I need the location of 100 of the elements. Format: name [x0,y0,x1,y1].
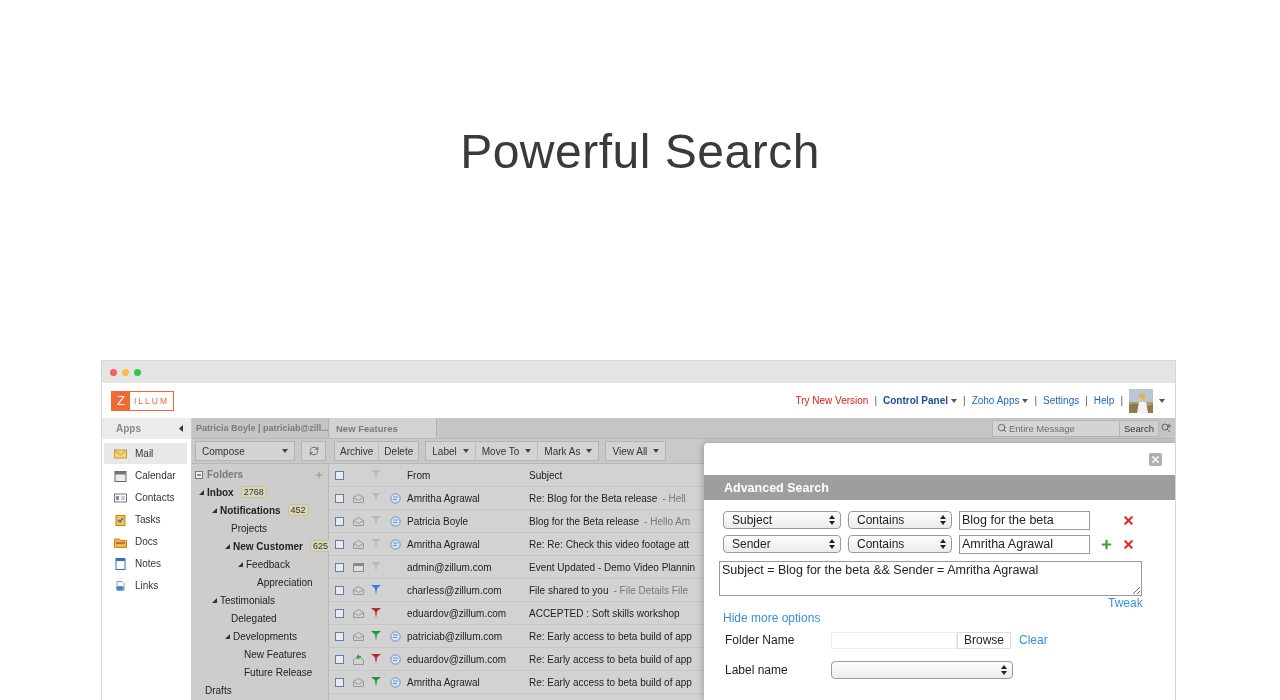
toolbar-button[interactable]: View All [606,442,666,460]
clear-link[interactable]: Clear [1019,633,1048,647]
column-header[interactable]: From [405,469,529,481]
checkbox[interactable] [334,562,344,572]
select-all-checkbox[interactable] [334,470,344,480]
tweak-link[interactable]: Tweak [1108,596,1143,610]
toolbar-button[interactable]: Delete [378,442,419,460]
label-select[interactable] [831,661,1013,679]
sender: Amritha Agrawal [406,538,481,550]
checkbox[interactable] [334,539,344,549]
checkbox[interactable] [334,516,344,526]
checkbox[interactable] [334,585,344,595]
reply-envelope-icon [352,653,364,665]
column-header[interactable]: Subject [529,469,563,481]
subject: Blog for the Beta release [529,515,640,527]
header-link[interactable]: Zoho Apps [971,395,1029,406]
sender: Amritha Agrawal [406,676,481,688]
operator-select[interactable]: Contains [848,535,952,553]
folder-name[interactable]: Testimonials [220,594,276,606]
checkbox[interactable] [334,654,344,664]
header-link[interactable]: Control Panel [883,395,958,406]
folder-name[interactable]: Future Release [244,666,313,678]
window-zoom-button[interactable] [134,368,141,376]
flag-icon[interactable] [371,677,381,687]
checkbox[interactable] [334,631,344,641]
remove-icon[interactable] [1122,513,1135,527]
add-icon[interactable] [1099,537,1113,551]
folder-name[interactable]: Feedback [246,558,290,570]
subject: Re: Blog for the Beta release [529,492,658,504]
app-item[interactable]: Docs [104,531,187,552]
folder-name[interactable]: Appreciation [257,576,313,588]
folder-name[interactable]: Projects [231,522,268,534]
window-close-button[interactable] [110,368,117,376]
field-select[interactable]: Subject [723,511,841,529]
flag-icon[interactable] [371,585,381,595]
envelope-icon [352,516,364,526]
app-item[interactable]: Tasks [104,509,187,530]
folder-name[interactable]: Developments [233,630,297,642]
remove-icon[interactable] [1122,537,1135,551]
folder-name[interactable]: Drafts [205,684,232,696]
checkbox[interactable] [334,493,344,503]
app-item[interactable]: Mail [104,443,187,464]
separator: | [1120,395,1123,406]
expanded-arrow-icon[interactable] [212,507,217,513]
value-field[interactable]: Blog for the beta [959,510,1090,530]
folder-name[interactable]: New Customer [233,540,303,552]
preview-text: - File Details File [613,584,688,596]
subject: Re: Early access to beta build of app [529,676,692,688]
preview-text: - Hell [662,492,686,504]
advanced-search-icon[interactable] [1161,423,1171,433]
search-field[interactable]: Entire Message Search [991,419,1159,437]
contact-card-icon [114,491,127,504]
query-field[interactable]: Subject = Blog for the beta && Sender = Amritha Agrawal [719,561,1142,596]
folder-name[interactable]: Inbox [207,486,234,498]
checkbox[interactable] [334,608,344,618]
expanded-arrow-icon[interactable] [199,489,204,495]
hide-options-link[interactable]: Hide more options [723,611,821,625]
sender: Patricia Boyle [406,515,470,527]
separator: | [1085,395,1088,406]
operator-select[interactable]: Contains [848,511,952,529]
envelope-icon [352,677,364,687]
browse-button[interactable]: Browse [957,631,1011,649]
folder-name[interactable]: Delegated [231,612,277,624]
flag-icon[interactable] [371,631,381,641]
value-field[interactable]: Amritha Agrawal [959,534,1090,554]
updown-icon [829,515,835,525]
refresh-button[interactable] [301,441,326,461]
clipboard-icon [114,513,127,526]
folder-icon [114,535,127,548]
toolbar-button[interactable]: Label [426,442,475,460]
expanded-arrow-icon[interactable] [225,543,230,549]
preview-text: - Hello Am [644,515,691,527]
folder-name[interactable]: Notifications [220,504,281,516]
app-item[interactable]: Notes [104,553,187,574]
expanded-arrow-icon[interactable] [238,561,243,567]
folder-field[interactable] [831,631,957,649]
expanded-arrow-icon[interactable] [225,633,230,639]
app-item[interactable]: Contacts [104,487,187,508]
checkbox[interactable] [334,677,344,687]
subject: ACCEPTED : Soft skills workshop [529,607,680,619]
app-item[interactable]: Links [104,575,187,596]
flag-icon[interactable] [371,654,381,664]
search-button[interactable]: Search [1118,420,1158,436]
sender: Amritha Agrawal [406,492,481,504]
compose-button[interactable]: Compose [195,441,295,461]
subject: Re: Early access to beta build of app [529,653,692,665]
header-link[interactable]: Settings [1043,395,1080,406]
close-button[interactable] [1149,452,1162,466]
toolbar-button[interactable]: Archive [335,442,379,460]
expanded-arrow-icon[interactable] [212,597,217,603]
toolbar-button[interactable]: Mark As [537,442,599,460]
header-link[interactable]: Help [1093,395,1115,406]
header-link[interactable]: Try New Version [795,395,869,406]
toolbar-button[interactable]: Move To [474,442,538,460]
app-item[interactable]: Calendar [104,465,187,486]
caret-icon [1159,398,1165,403]
folder-name[interactable]: New Features [244,648,307,660]
collapse-icon[interactable] [179,425,183,432]
field-select[interactable]: Sender [723,535,841,553]
flag-icon[interactable] [371,608,381,618]
